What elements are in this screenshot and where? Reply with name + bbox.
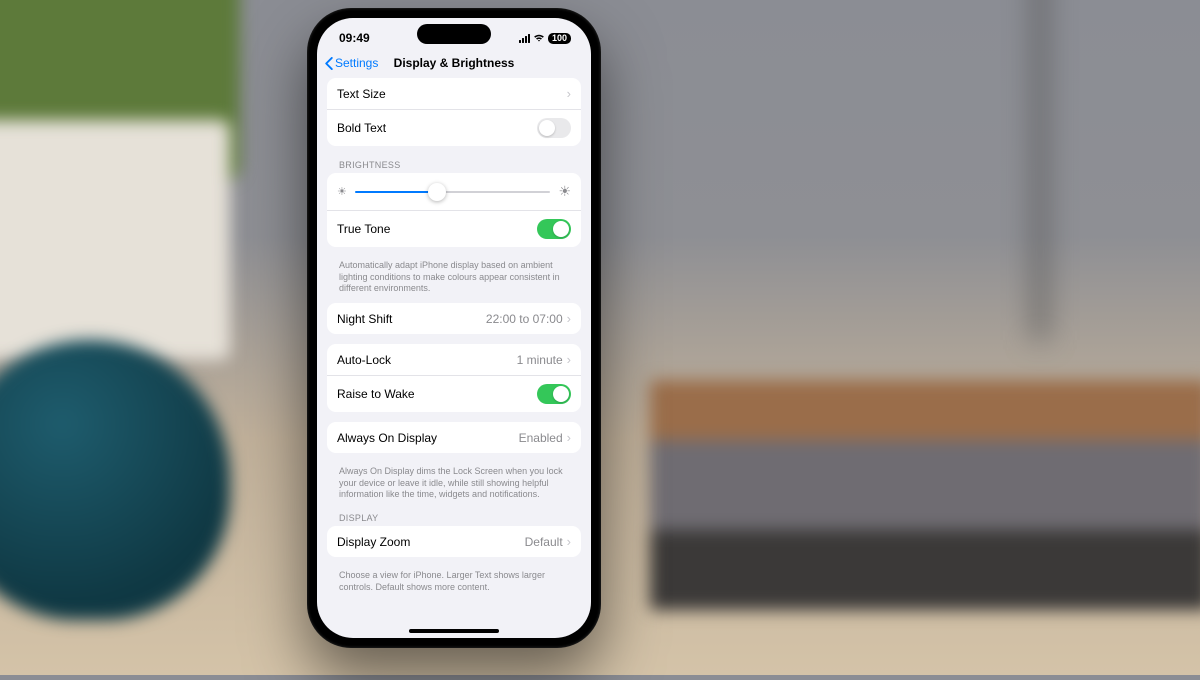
night-shift-group: Night Shift 22:00 to 07:00 › <box>327 303 581 334</box>
always-on-display-row[interactable]: Always On Display Enabled › <box>327 422 581 453</box>
sun-large-icon: ☀︎ <box>558 183 571 200</box>
bold-text-toggle[interactable] <box>537 118 571 138</box>
chevron-right-icon: › <box>567 534 571 549</box>
true-tone-toggle[interactable] <box>537 219 571 239</box>
aod-value: Enabled <box>519 431 563 445</box>
aod-label: Always On Display <box>337 431 437 445</box>
text-group: Text Size › Bold Text <box>327 78 581 146</box>
aod-description: Always On Display dims the Lock Screen w… <box>327 463 581 509</box>
iphone-device: 09:49 100 Settings Display & Brightness <box>307 8 601 648</box>
back-button[interactable]: Settings <box>325 56 378 70</box>
cellular-signal-icon <box>519 34 530 43</box>
night-shift-value: 22:00 to 07:00 <box>486 312 563 326</box>
lock-group: Auto-Lock 1 minute › Raise to Wake <box>327 344 581 412</box>
display-zoom-row[interactable]: Display Zoom Default › <box>327 526 581 557</box>
background-tripod <box>960 0 1120 340</box>
bold-text-label: Bold Text <box>337 121 386 135</box>
zoom-description: Choose a view for iPhone. Larger Text sh… <box>327 567 581 601</box>
bold-text-row: Bold Text <box>327 110 581 146</box>
brightness-header: BRIGHTNESS <box>327 156 581 173</box>
chevron-left-icon <box>325 57 333 70</box>
true-tone-label: True Tone <box>337 222 390 236</box>
chevron-right-icon: › <box>567 311 571 326</box>
raise-to-wake-row: Raise to Wake <box>327 376 581 412</box>
brightness-group: ☀︎ ☀︎ True Tone <box>327 173 581 247</box>
auto-lock-label: Auto-Lock <box>337 353 391 367</box>
text-size-label: Text Size <box>337 87 386 101</box>
page-title: Display & Brightness <box>394 56 515 70</box>
background-books <box>650 380 1200 680</box>
wifi-icon <box>533 34 545 43</box>
display-zoom-value: Default <box>525 535 563 549</box>
raise-to-wake-label: Raise to Wake <box>337 387 415 401</box>
slider-knob[interactable] <box>428 183 446 201</box>
screen: 09:49 100 Settings Display & Brightness <box>317 18 591 638</box>
true-tone-description: Automatically adapt iPhone display based… <box>327 257 581 303</box>
night-shift-row[interactable]: Night Shift 22:00 to 07:00 › <box>327 303 581 334</box>
auto-lock-row[interactable]: Auto-Lock 1 minute › <box>327 344 581 376</box>
back-label: Settings <box>335 56 378 70</box>
dynamic-island <box>417 24 491 44</box>
chevron-right-icon: › <box>567 430 571 445</box>
home-indicator[interactable] <box>409 629 499 633</box>
display-zoom-group: Display Zoom Default › <box>327 526 581 557</box>
background-pot <box>0 120 230 360</box>
background-mug <box>0 340 230 620</box>
display-header: DISPLAY <box>327 509 581 526</box>
battery-indicator: 100 <box>548 33 571 44</box>
raise-to-wake-toggle[interactable] <box>537 384 571 404</box>
chevron-right-icon: › <box>567 352 571 367</box>
text-size-row[interactable]: Text Size › <box>327 78 581 110</box>
sun-small-icon: ☀︎ <box>337 185 347 198</box>
status-time: 09:49 <box>339 31 370 45</box>
chevron-right-icon: › <box>567 86 571 101</box>
display-zoom-label: Display Zoom <box>337 535 410 549</box>
brightness-slider[interactable] <box>355 191 551 193</box>
aod-group: Always On Display Enabled › <box>327 422 581 453</box>
night-shift-label: Night Shift <box>337 312 392 326</box>
brightness-slider-row: ☀︎ ☀︎ <box>327 173 581 211</box>
auto-lock-value: 1 minute <box>517 353 563 367</box>
true-tone-row: True Tone <box>327 211 581 247</box>
navigation-bar: Settings Display & Brightness <box>317 50 591 78</box>
